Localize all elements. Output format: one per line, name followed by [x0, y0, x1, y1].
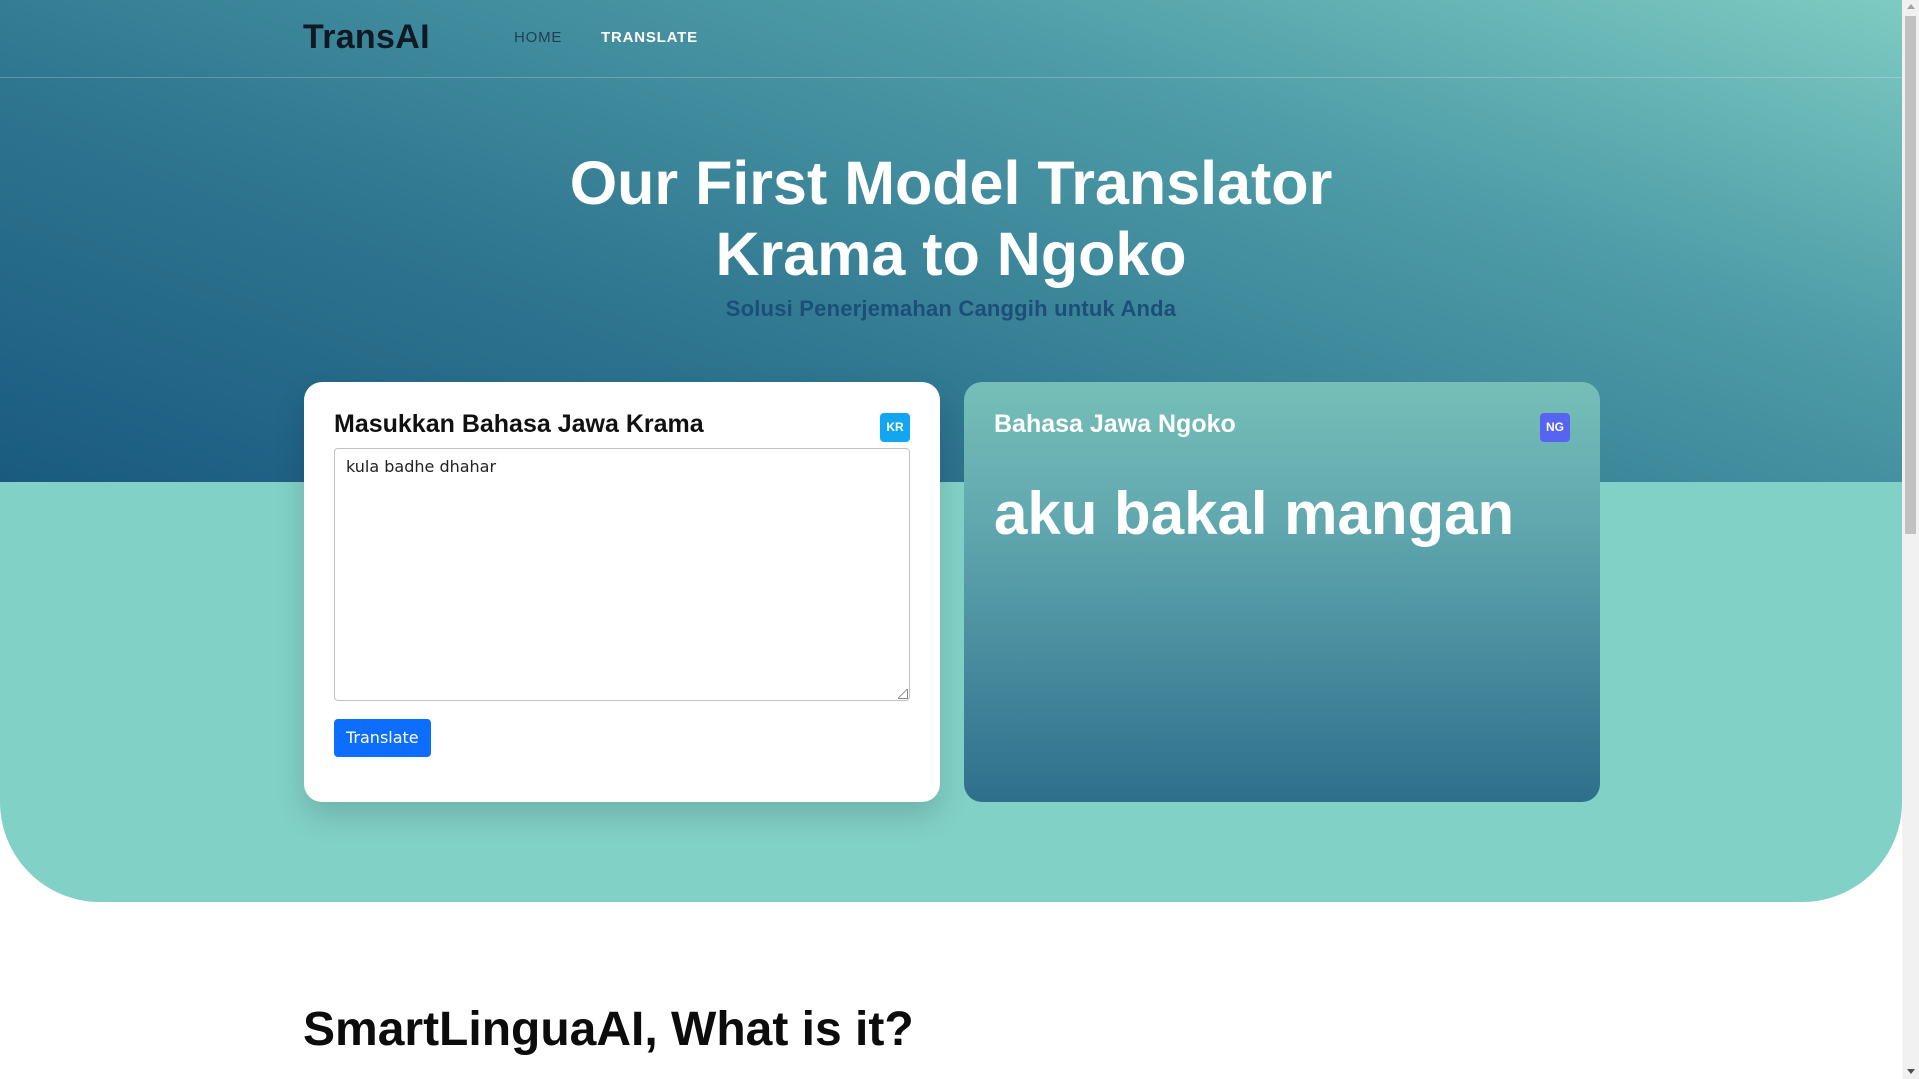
scroll-down-arrow-icon[interactable] — [1907, 1069, 1915, 1074]
krama-badge: KR — [880, 413, 910, 442]
page: TransAI HOME TRANSLATE Our First Model T… — [0, 0, 1902, 1079]
page-scrollbar[interactable] — [1902, 0, 1919, 1079]
input-card-title: Masukkan Bahasa Jawa Krama — [334, 410, 704, 438]
scroll-up-arrow-icon[interactable] — [1907, 4, 1915, 9]
ngoko-badge: NG — [1540, 413, 1570, 442]
ngoko-output-card: Bahasa Jawa Ngoko NG aku bakal mangan — [964, 382, 1600, 802]
output-card-title: Bahasa Jawa Ngoko — [994, 410, 1236, 438]
textarea-resize-handle[interactable] — [898, 689, 908, 699]
krama-input-card: Masukkan Bahasa Jawa Krama KR Translate — [304, 382, 940, 802]
scrollbar-thumb[interactable] — [1905, 16, 1916, 534]
hero-subtitle: Solusi Penerjemahan Canggih untuk Anda — [725, 296, 1177, 321]
nav-link-home[interactable]: HOME — [514, 29, 562, 46]
navbar: TransAI HOME TRANSLATE — [0, 0, 1902, 78]
hero-title-line-1: Our First Model Translator — [569, 149, 1333, 217]
hero-title: Our First Model Translator Krama to Ngok… — [0, 148, 1902, 290]
nav-link-translate[interactable]: TRANSLATE — [601, 29, 698, 46]
krama-text-input[interactable] — [334, 448, 910, 701]
translation-output: aku bakal mangan — [994, 480, 1515, 547]
hero-title-line-2: Krama to Ngoko — [715, 220, 1187, 288]
brand-logo[interactable]: TransAI — [303, 18, 430, 57]
translate-button[interactable]: Translate — [334, 719, 431, 757]
about-section-title: SmartLinguaAI, What is it? — [303, 1003, 914, 1056]
